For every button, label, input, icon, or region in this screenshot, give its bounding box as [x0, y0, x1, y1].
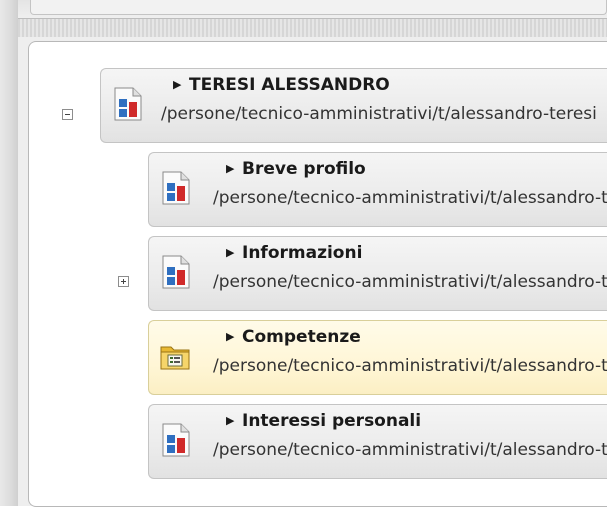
- left-gutter: [0, 0, 18, 506]
- document-chart-icon: [162, 255, 190, 289]
- document-chart-icon: [162, 171, 190, 205]
- document-chart-icon: [162, 423, 190, 457]
- document-chart-icon: [114, 87, 142, 121]
- caret-right-icon: ▶: [226, 162, 235, 175]
- node-path: /persone/tecnico-amministrativi/t/alessa…: [161, 104, 597, 124]
- node-title-text: Informazioni: [242, 243, 363, 263]
- tree-node-informazioni[interactable]: ▶ Informazioni /persone/tecnico-amministr…: [148, 236, 607, 311]
- tree-node-breve-profilo[interactable]: ▶ Breve profilo /persone/tecnico-amminist…: [148, 152, 607, 227]
- node-title-text: Competenze: [242, 327, 361, 347]
- folder-icon: [160, 346, 190, 370]
- top-panel: [18, 0, 607, 19]
- caret-right-icon: ▶: [226, 330, 235, 343]
- node-title-text: Breve profilo: [242, 159, 366, 179]
- node-title[interactable]: ▶ Competenze: [226, 327, 361, 347]
- top-panel-inner: [30, 0, 607, 15]
- expand-toggle-informazioni[interactable]: [118, 276, 129, 287]
- tree-node-root[interactable]: ▶ TERESI ALESSANDRO /persone/tecnico-ammi…: [100, 68, 607, 143]
- node-title[interactable]: ▶ TERESI ALESSANDRO: [173, 75, 390, 95]
- collapse-toggle-root[interactable]: [62, 109, 73, 120]
- caret-right-icon: ▶: [173, 78, 182, 91]
- node-path: /persone/tecnico-amministrativi/t/alessa…: [213, 272, 607, 292]
- node-title-text: TERESI ALESSANDRO: [189, 75, 390, 95]
- tree-node-competenze[interactable]: ▶ Competenze /persone/tecnico-amministrat…: [148, 320, 607, 395]
- striped-separator: [18, 19, 607, 37]
- node-path: /persone/tecnico-amministrativi/t/alessa…: [213, 440, 607, 460]
- node-path: /persone/tecnico-amministrativi/t/alessa…: [213, 188, 607, 208]
- node-title-text: Interessi personali: [242, 411, 422, 431]
- caret-right-icon: ▶: [226, 414, 235, 427]
- node-title[interactable]: ▶ Informazioni: [226, 243, 362, 263]
- node-title[interactable]: ▶ Breve profilo: [226, 159, 366, 179]
- node-path: /persone/tecnico-amministrativi/t/alessa…: [213, 356, 607, 376]
- tree-node-interessi-personali[interactable]: ▶ Interessi personali /persone/tecnico-am…: [148, 404, 607, 479]
- node-title[interactable]: ▶ Interessi personali: [226, 411, 421, 431]
- caret-right-icon: ▶: [226, 246, 235, 259]
